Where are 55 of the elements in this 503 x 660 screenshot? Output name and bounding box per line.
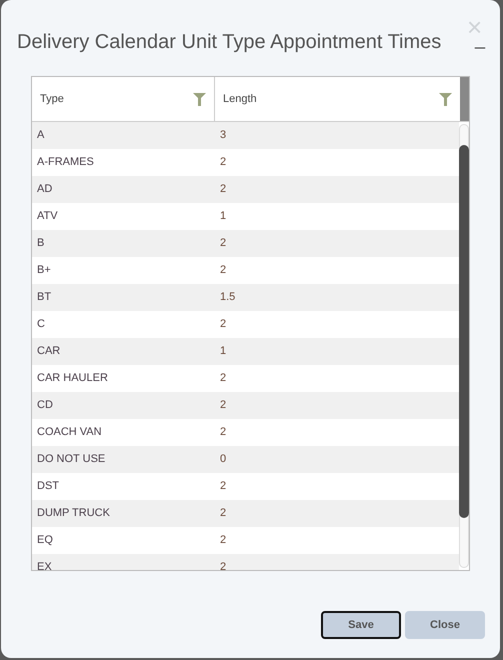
scrollbar-thumb[interactable] (459, 145, 469, 518)
table-cell-text: 2 (219, 263, 226, 278)
table-cell-text: ATV (36, 209, 59, 224)
table-cell-text: 2 (219, 533, 226, 548)
table-cell-text: 2 (219, 182, 226, 198)
table-row[interactable]: AD 2 (32, 176, 460, 203)
column-header[interactable]: Length (215, 77, 460, 121)
table-cell-text: 3 (219, 128, 226, 144)
table-cell-text: BT (36, 290, 52, 306)
table-cell-text: DUMP TRUCK (36, 506, 111, 522)
table-row[interactable]: CD 2 (32, 392, 460, 419)
table-row[interactable]: A 3 (32, 122, 460, 149)
table-row[interactable]: BT 1.5 (32, 284, 460, 311)
scrollbar-header (460, 77, 469, 121)
column-header[interactable]: Type (32, 77, 215, 121)
table-cell-text: B (36, 236, 46, 252)
table-row[interactable]: CAR 1 (32, 338, 460, 365)
table-cell-text: 2 (219, 317, 226, 332)
filter-icon[interactable] (439, 92, 452, 106)
dialog-title: Delivery Calendar Unit Type Appointment Times (17, 30, 442, 55)
table-row[interactable]: DO NOT USE 0 (32, 446, 460, 473)
table-cell-text: A (36, 128, 46, 144)
table-row[interactable]: DUMP TRUCK 2 (32, 500, 460, 527)
table-cell-text: 1.5 (219, 290, 236, 306)
column-title: Length (223, 92, 257, 107)
table-cell-text: 2 (219, 560, 226, 570)
save-button[interactable]: Save (321, 611, 401, 639)
table-cell-text: 1 (219, 344, 226, 360)
table-cell-text: DST (36, 479, 60, 494)
table-cell-text: C (36, 317, 46, 332)
table-cell-text: 2 (219, 371, 226, 386)
table-cell-text: 2 (219, 506, 226, 522)
scrollbar[interactable] (459, 124, 469, 568)
close-button[interactable]: Close (405, 611, 485, 639)
table-cell-text: 2 (219, 155, 226, 170)
table-cell-text: DO NOT USE (36, 452, 106, 468)
table-row[interactable]: B 2 (32, 230, 460, 257)
table-cell-text: COACH VAN (36, 425, 103, 440)
table-cell-text: B+ (36, 263, 52, 278)
table-cell-text: 0 (219, 452, 226, 468)
table-cell-text: CD (36, 398, 54, 414)
table-cell-text: EX (36, 560, 53, 570)
table-row[interactable]: EX 2 (32, 554, 460, 570)
table-cell-text: EQ (36, 533, 54, 548)
table-cell-text: 1 (219, 209, 226, 224)
table-cell-text: AD (36, 182, 54, 198)
column-title: Type (40, 92, 64, 107)
table-cell-text: 2 (219, 398, 226, 414)
table-cell-text: CAR (36, 344, 62, 360)
table-cell-text: CAR HAULER (36, 371, 109, 386)
table-cell-text: A-FRAMES (36, 155, 95, 170)
table-cell-text: 2 (219, 479, 226, 494)
table-cell-text: 2 (219, 236, 226, 252)
filter-icon[interactable] (193, 92, 206, 106)
table-cell-text: 2 (219, 425, 226, 440)
